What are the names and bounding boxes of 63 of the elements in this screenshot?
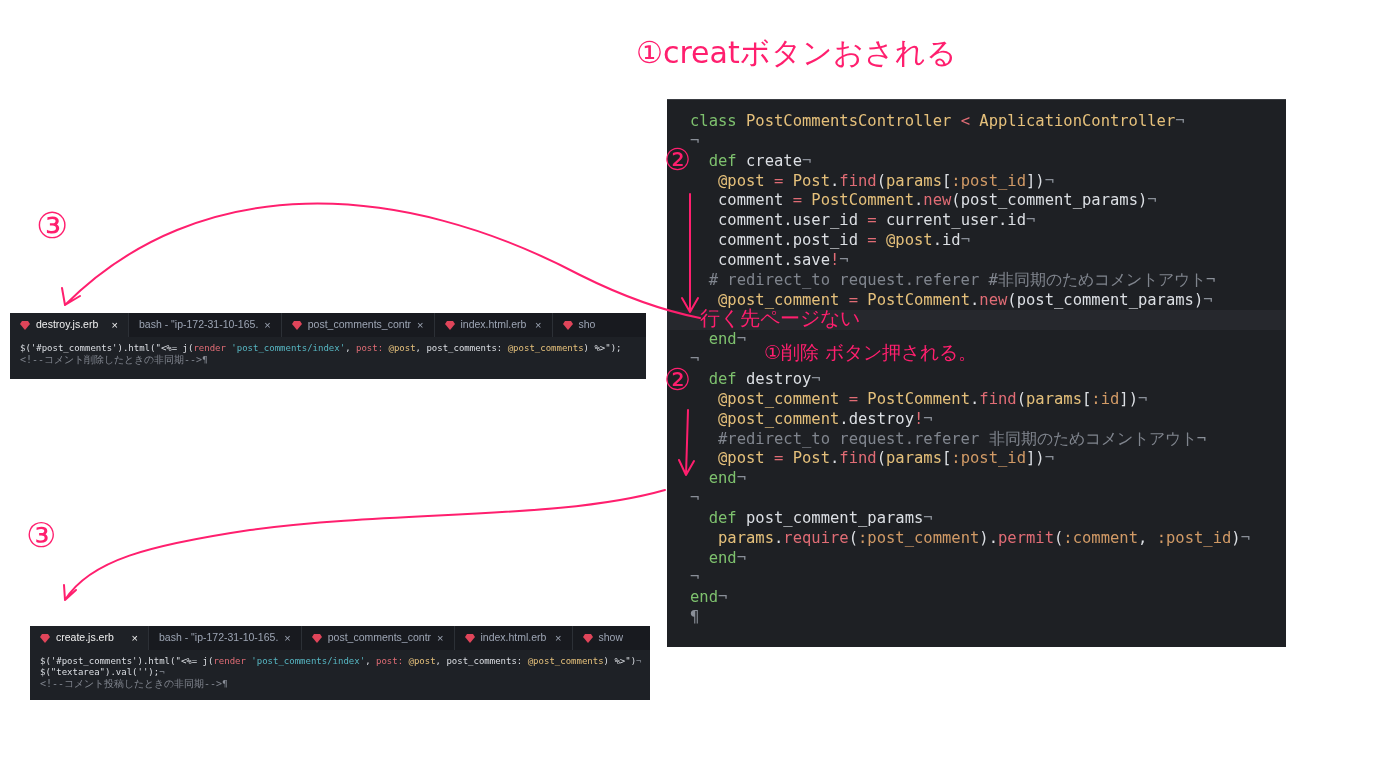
gem-icon: [40, 633, 50, 643]
handwritten-note: ①削除 ボタン押される。: [764, 343, 978, 362]
code-line: end¬: [707, 330, 746, 351]
code-line: ¬: [690, 131, 700, 152]
code-line: comment = PostComment.new(post_comment_params)¬: [717, 191, 1157, 212]
code-line: @post = Post.find(params[:post_id])¬: [717, 171, 1054, 192]
tab-label: post_comments_contr: [327, 630, 432, 646]
code-line: end¬: [707, 548, 746, 569]
code-line: def post_comment_params¬: [707, 508, 933, 529]
code-line: <!--コメント削除したときの非同期-->¶: [20, 354, 208, 366]
tab-label: bash - "ip-172-31-10-165.: [159, 630, 279, 646]
gem-icon: [464, 633, 475, 643]
code-line: def create¬: [707, 151, 812, 172]
handwritten-note: ③: [36, 208, 69, 244]
close-button[interactable]: ×: [437, 629, 444, 647]
code-line: $('#post_comments').html("<%= j(render 'post_comments/index', post: @post, post_comments: @post_comments) %>")¬: [40, 656, 642, 667]
code-line: $('#post_comments').html("<%= j(render 'post_comments/index', post: @post, post_comments: @post_comments) %>");: [20, 343, 622, 354]
code-line: $("textarea").val('');¬: [40, 667, 165, 678]
editor-tab[interactable]: create.js.erb ×: [30, 626, 148, 650]
handwritten-note: ③: [26, 518, 57, 552]
tab-label: bash - "ip-172-31-10-165.: [139, 317, 259, 333]
code-line: def destroy¬: [707, 369, 821, 390]
tab-label: sho: [578, 317, 596, 333]
tab-label: show: [598, 630, 623, 646]
code-line: @post_comment.destroy!¬: [717, 409, 933, 430]
code-line: <!--コメント投稿したときの非同期-->¶: [40, 678, 228, 690]
tab-label: create.js.erb: [56, 630, 115, 646]
close-button[interactable]: ×: [417, 316, 424, 334]
tab-label: index.html.erb: [480, 630, 548, 646]
code-line: ¶: [690, 608, 700, 628]
editor-tab[interactable]: destroy.js.erb ×: [10, 313, 128, 337]
code-line: ¬: [690, 350, 700, 370]
code-line: ¬: [690, 568, 700, 589]
close-button[interactable]: ×: [555, 629, 562, 647]
gem-icon: [562, 320, 573, 330]
code-line: params.require(:post_comment).permit(:comment, :post_id)¬: [717, 528, 1251, 549]
tab-label: destroy.js.erb: [36, 317, 100, 333]
tab-label: post_comments_contr: [307, 317, 412, 333]
code-line: comment.post_id = @post.id¬: [717, 231, 970, 251]
gem-icon: [20, 320, 30, 330]
code-line: @post_comment = PostComment.new(post_comment_params)¬: [717, 290, 1213, 309]
code-line: comment.save!¬: [717, 250, 849, 271]
close-button[interactable]: ×: [535, 316, 542, 334]
gem-icon: [311, 633, 322, 643]
close-button[interactable]: ×: [111, 316, 118, 334]
code-line: ¬: [690, 489, 700, 509]
code-line: end¬: [707, 469, 746, 490]
code-line: # redirect_to request.referer #非同期のためコメントアウト¬: [707, 270, 1216, 291]
handwritten-note: 行く先ページない: [700, 308, 860, 328]
code-line: comment.user_id = current_user.id¬: [717, 211, 1036, 232]
close-button[interactable]: ×: [264, 316, 271, 334]
close-button[interactable]: ×: [131, 629, 138, 647]
code-line: @post = Post.find(params[:post_id])¬: [717, 449, 1054, 470]
gem-icon: [444, 320, 455, 330]
code-line: @post_comment = PostComment.find(params[:id])¬: [717, 389, 1148, 410]
tab-label: index.html.erb: [460, 317, 528, 333]
code-line: end¬: [690, 588, 728, 609]
code-line: #redirect_to request.referer 非同期のためコメントアウト¬: [717, 429, 1206, 450]
gem-icon: [291, 320, 302, 330]
gem-icon: [582, 633, 593, 643]
close-button[interactable]: ×: [284, 629, 291, 647]
handwritten-note: ①creatボタンおされる: [636, 38, 957, 68]
code-line: class PostCommentsController < ApplicationController¬: [690, 112, 1185, 132]
